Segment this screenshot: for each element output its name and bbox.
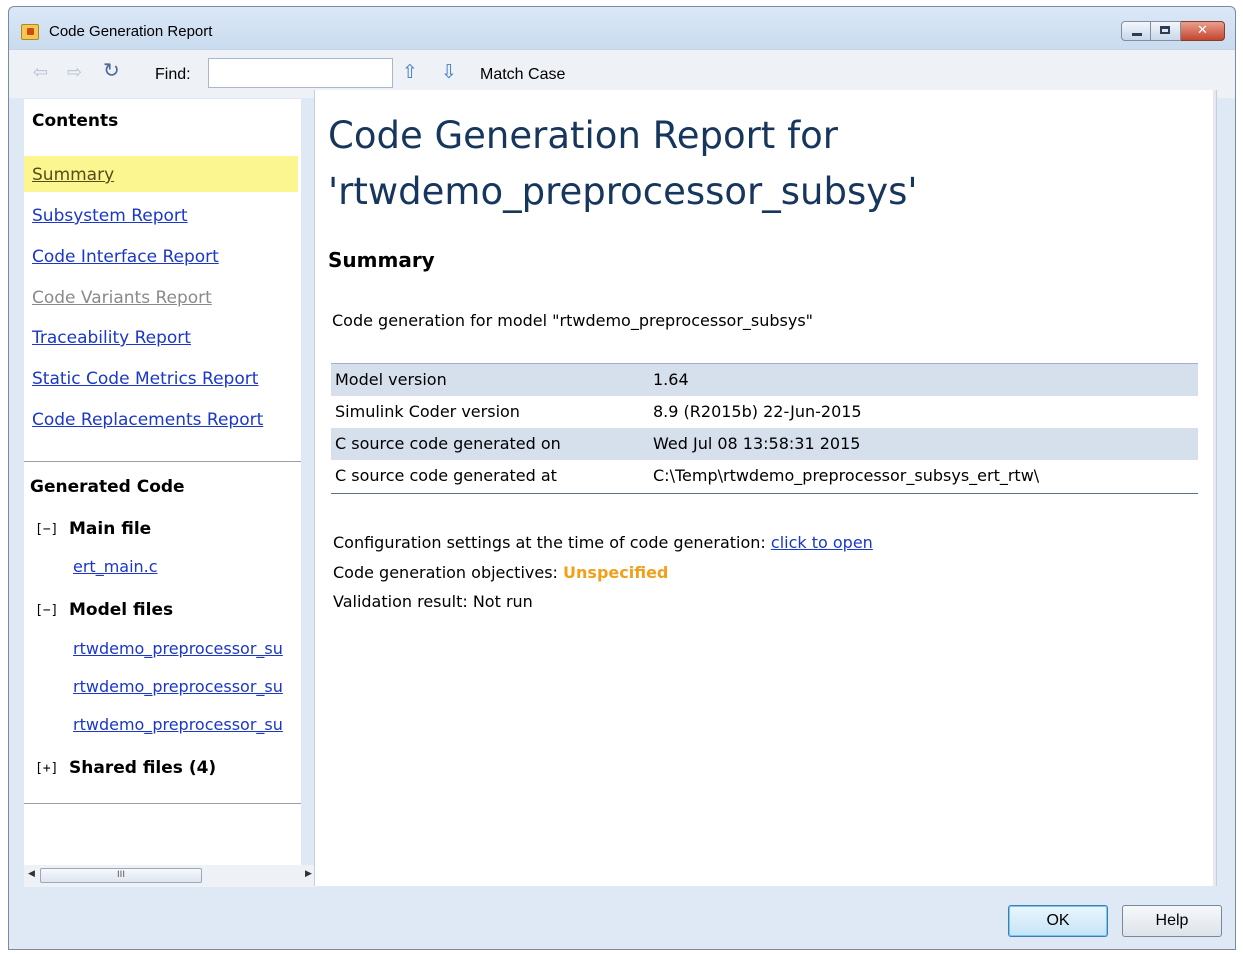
contents-horizontal-scrollbar[interactable]: ◀ III ▶ — [24, 865, 316, 887]
maximize-button[interactable] — [1151, 21, 1181, 41]
shared-files-label: Shared files (4) — [69, 758, 217, 778]
app-icon — [21, 24, 39, 40]
report-title-line-2: 'rtwdemo_preprocessor_subsys' — [328, 170, 918, 213]
main-file-label: Main file — [69, 519, 152, 539]
nav-link-summary[interactable]: Summary — [24, 156, 298, 192]
generated-code-heading: Generated Code — [30, 477, 185, 497]
refresh-icon[interactable]: ↻ — [103, 60, 120, 80]
table-value: 8.9 (R2015b) 22-Jun-2015 — [653, 402, 862, 421]
find-input[interactable] — [208, 58, 393, 88]
report-content-pane: Code Generation Report for 'rtwdemo_prep… — [314, 90, 1217, 886]
close-icon: ✕ — [1197, 23, 1208, 38]
forward-arrow-icon[interactable]: ⇨ — [67, 64, 82, 82]
objectives-value: Unspecified — [563, 563, 669, 582]
contents-pane: Contents Summary Subsystem Report Code I… — [24, 99, 301, 885]
table-key: C source code generated at — [335, 466, 557, 485]
help-button[interactable]: Help — [1122, 905, 1222, 937]
model-file-link[interactable]: rtwdemo_preprocessor_su — [73, 677, 283, 696]
content-vertical-scrollbar[interactable] — [1213, 90, 1216, 886]
nav-link-code-variants-report[interactable]: Code Variants Report — [24, 279, 298, 315]
main-file-collapse-toggle[interactable]: [−] — [35, 522, 58, 537]
table-key: Model version — [331, 364, 649, 396]
configuration-settings-line: Configuration settings at the time of co… — [333, 533, 873, 552]
maximize-icon — [1160, 26, 1170, 34]
file-link-ert-main[interactable]: ert_main.c — [73, 557, 158, 576]
shared-files-expand-toggle[interactable]: [+] — [35, 761, 58, 776]
find-label: Find: — [155, 66, 191, 83]
configuration-settings-label: Configuration settings at the time of co… — [333, 533, 771, 552]
window-title: Code Generation Report — [49, 23, 213, 40]
table-key: C source code generated on — [331, 428, 649, 460]
minimize-button[interactable] — [1121, 21, 1151, 41]
ok-button[interactable]: OK — [1008, 905, 1108, 937]
nav-link-code-replacements-report[interactable]: Code Replacements Report — [24, 401, 298, 437]
validation-result: Validation result: Not run — [333, 592, 533, 611]
nav-link-subsystem-report[interactable]: Subsystem Report — [24, 197, 298, 233]
model-file-link[interactable]: rtwdemo_preprocessor_su — [73, 715, 283, 734]
nav-link-static-code-metrics-report[interactable]: Static Code Metrics Report — [24, 360, 298, 396]
scroll-left-arrow-icon[interactable]: ◀ — [28, 869, 35, 879]
minimize-icon — [1132, 33, 1142, 36]
table-row: C source code generated at C:\Temp\rtwde… — [331, 460, 1198, 492]
summary-heading: Summary — [328, 248, 435, 272]
match-case-toggle[interactable]: Match Case — [480, 66, 565, 84]
title-bar[interactable]: Code Generation Report ✕ — [9, 7, 1235, 49]
close-button[interactable]: ✕ — [1181, 21, 1225, 41]
model-files-collapse-toggle[interactable]: [−] — [35, 603, 58, 618]
scrollbar-thumb[interactable]: III — [40, 868, 202, 883]
back-arrow-icon[interactable]: ⇦ — [33, 64, 48, 82]
table-row: Simulink Coder version 8.9 (R2015b) 22-J… — [331, 396, 1198, 428]
table-bottom-border — [331, 493, 1198, 494]
objectives-label: Code generation objectives: — [333, 563, 564, 582]
report-title: Code Generation Report for 'rtwdemo_prep… — [328, 108, 1188, 220]
table-value: Wed Jul 08 13:58:31 2015 — [649, 428, 1198, 460]
table-value: 1.64 — [649, 364, 1198, 396]
window-controls: ✕ — [1121, 21, 1225, 43]
table-value: C:\Temp\rtwdemo_preprocessor_subsys_ert_… — [653, 466, 1040, 485]
section-divider — [24, 803, 301, 804]
model-file-link[interactable]: rtwdemo_preprocessor_su — [73, 639, 283, 658]
model-files-label: Model files — [69, 600, 174, 620]
configuration-settings-link[interactable]: click to open — [771, 533, 873, 552]
table-row: Model version 1.64 — [331, 364, 1198, 396]
find-next-icon[interactable]: ⇩ — [441, 63, 457, 82]
objectives-line: Code generation objectives: Unspecified — [333, 563, 668, 582]
contents-heading: Contents — [32, 111, 119, 131]
nav-link-code-interface-report[interactable]: Code Interface Report — [24, 238, 298, 274]
scroll-right-arrow-icon[interactable]: ▶ — [305, 869, 312, 879]
find-previous-icon[interactable]: ⇧ — [402, 63, 418, 82]
nav-link-traceability-report[interactable]: Traceability Report — [24, 319, 298, 355]
summary-table: Model version 1.64 Simulink Coder versio… — [331, 364, 1198, 492]
section-divider — [24, 461, 301, 462]
report-title-line-1: Code Generation Report for — [328, 114, 838, 157]
table-row: C source code generated on Wed Jul 08 13… — [331, 428, 1198, 460]
model-description: Code generation for model "rtwdemo_prepr… — [332, 311, 814, 330]
table-key: Simulink Coder version — [335, 402, 520, 421]
